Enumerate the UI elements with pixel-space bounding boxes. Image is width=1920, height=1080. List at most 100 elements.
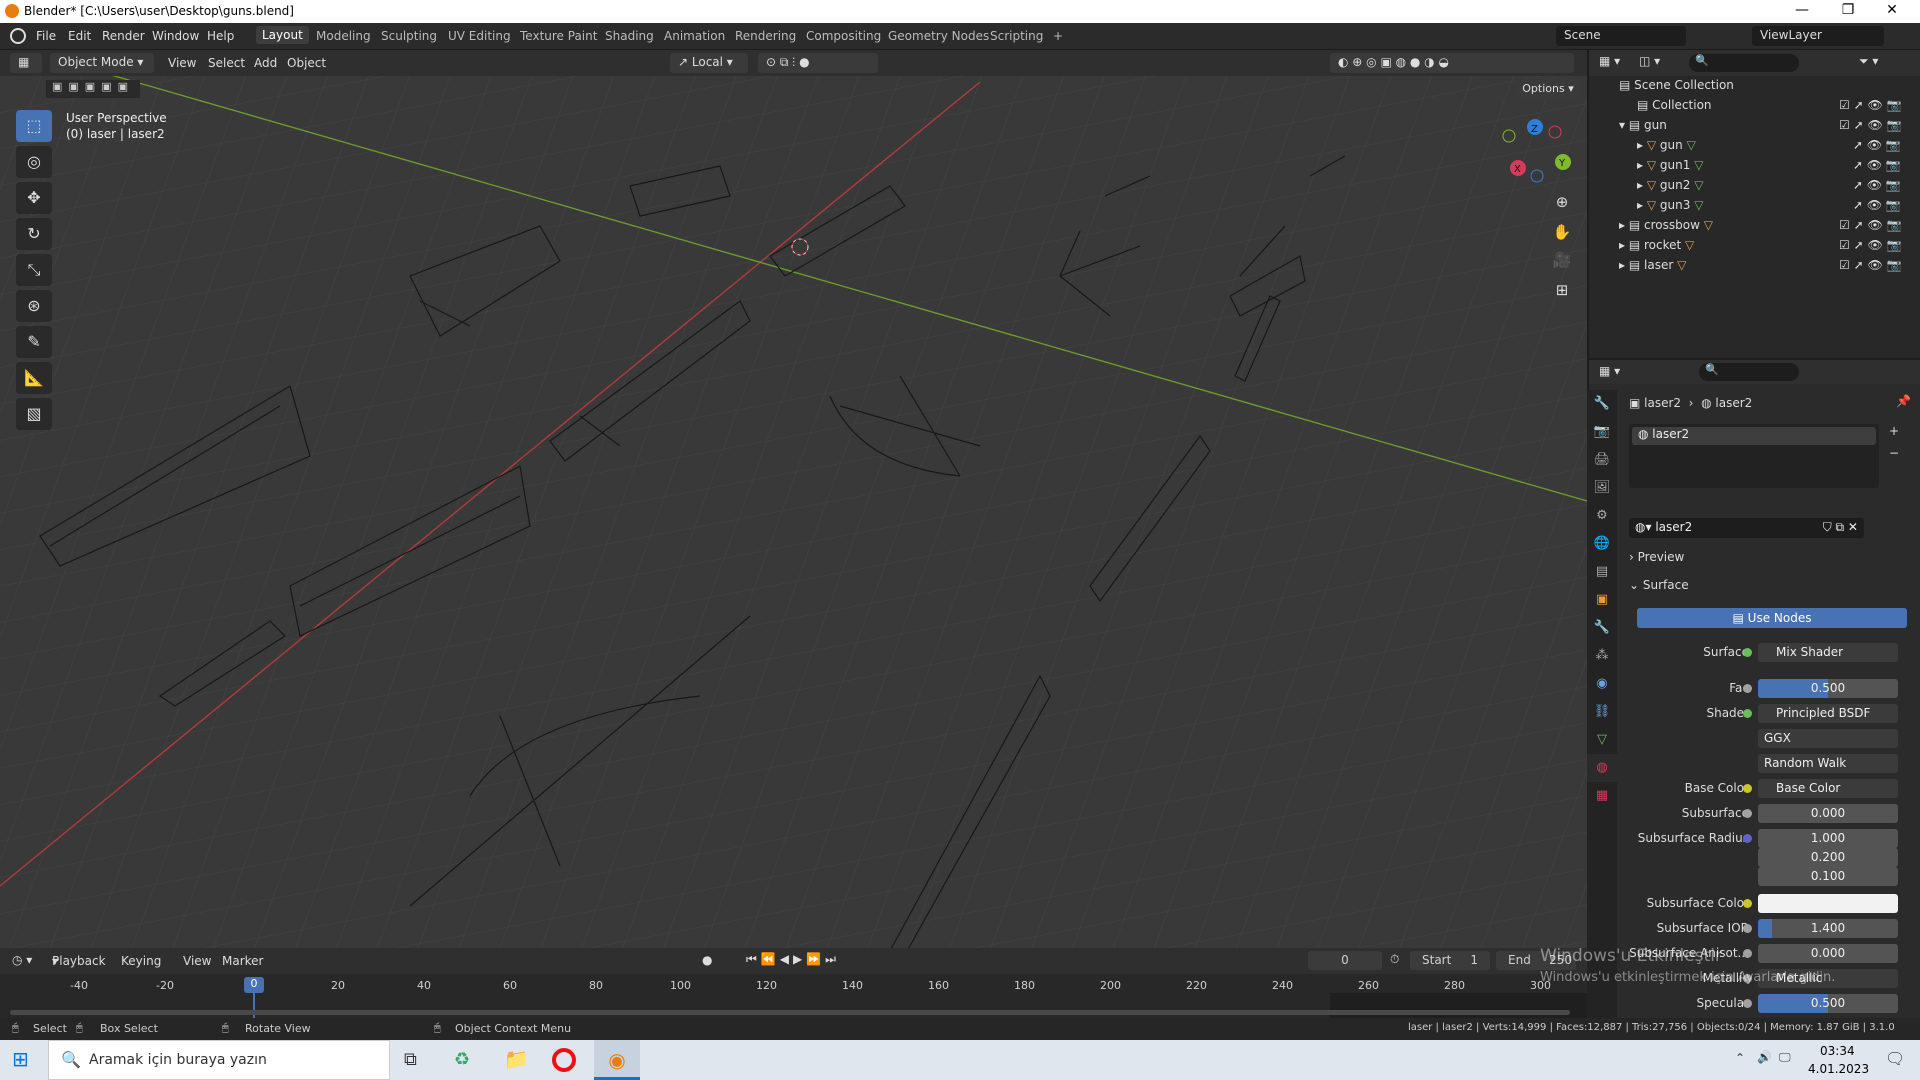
start-frame-field[interactable]: Start 1 <box>1410 951 1490 970</box>
annotate-tool-icon[interactable]: ✎ <box>16 326 52 358</box>
output-tab-icon[interactable]: 🖨 <box>1587 446 1617 474</box>
object-tab-icon[interactable]: ▣ <box>1587 586 1617 614</box>
pivot-snap-icons[interactable]: ⊙ ⧉ ⫶ ● <box>758 53 878 73</box>
specular-slider[interactable]: 0.500 <box>1758 994 1898 1013</box>
outliner-row-collection[interactable]: ▤ Collection ☑ ➚ 👁 📷 <box>1589 98 1920 118</box>
viewport-menu-object[interactable]: Object <box>287 56 326 70</box>
outliner-display-mode-icon[interactable]: ◫ ▾ <box>1639 54 1660 68</box>
subsurface-anisotropy-field[interactable]: 0.000 <box>1758 944 1898 963</box>
remove-slot-button[interactable]: − <box>1889 446 1899 460</box>
subsurface-ior-field[interactable]: 1.400 <box>1758 919 1898 938</box>
preview-panel-header[interactable]: › Preview <box>1629 550 1914 570</box>
modifier-tab-icon[interactable]: 🔧 <box>1587 614 1617 642</box>
timeline-menu-view[interactable]: View <box>183 954 211 968</box>
viewport-menu-select[interactable]: Select <box>208 56 245 70</box>
tab-animation[interactable]: Animation <box>664 29 725 43</box>
tool-tab-icon[interactable]: 🔧 <box>1587 390 1617 418</box>
view-layer-selector[interactable]: ViewLayer <box>1752 26 1884 46</box>
current-frame-field[interactable]: 0 <box>1308 951 1382 970</box>
surface-panel-header[interactable]: ⌄ Surface <box>1629 578 1914 598</box>
timeline-ruler[interactable]: -40 -20 0 20 40 60 80 100 120 140 160 18… <box>0 974 1587 1018</box>
tab-uv-editing[interactable]: UV Editing <box>448 29 511 43</box>
add-cube-tool-icon[interactable]: ▧ <box>16 398 52 430</box>
outliner-row-gun-collection[interactable]: ▾ ▤ gun ☑ ➚ 👁 📷 <box>1589 118 1920 138</box>
tab-compositing[interactable]: Compositing <box>806 29 881 43</box>
outliner-scene-collection[interactable]: ▤ Scene Collection <box>1589 78 1920 98</box>
playhead-frame[interactable]: 0 <box>244 977 264 993</box>
windows-start-icon[interactable]: ⊞ <box>12 1048 34 1070</box>
close-button[interactable]: ✕ <box>1870 2 1914 18</box>
outliner-search-input[interactable]: 🔍 <box>1689 54 1799 72</box>
move-tool-icon[interactable]: ✥ <box>16 182 52 214</box>
timeline-menu-marker[interactable]: Marker <box>222 954 263 968</box>
network-icon[interactable]: 🖵 <box>1779 1050 1791 1065</box>
mode-dropdown[interactable]: Object Mode ▾ <box>50 53 154 73</box>
3d-viewport[interactable]: Z Y X User Perspective (0) laser | laser… <box>0 76 1587 948</box>
outliner-row-crossbow[interactable]: ▸ ▤ crossbow ▽ ☑ ➚ 👁 📷 <box>1589 218 1920 238</box>
tab-texture-paint[interactable]: Texture Paint <box>520 29 597 43</box>
menu-render[interactable]: Render <box>102 29 145 43</box>
transform-tool-icon[interactable]: ⊛ <box>16 290 52 322</box>
add-workspace-button[interactable]: + <box>1053 29 1063 43</box>
subsurface-radius-x[interactable]: 1.000 <box>1758 829 1898 848</box>
use-nodes-button[interactable]: ▤ Use Nodes <box>1637 608 1907 628</box>
subsurface-radius-y[interactable]: 0.200 <box>1758 848 1898 867</box>
subsurface-field[interactable]: 0.000 <box>1758 804 1898 823</box>
outliner-row-rocket[interactable]: ▸ ▤ rocket ▽ ☑ ➚ 👁 📷 <box>1589 238 1920 258</box>
properties-search-input[interactable]: 🔍 <box>1699 363 1799 381</box>
tab-geometry-nodes[interactable]: Geometry Nodes <box>888 29 989 43</box>
tab-modeling[interactable]: Modeling <box>316 29 371 43</box>
viewport-menu-add[interactable]: Add <box>254 56 277 70</box>
viewport-menu-view[interactable]: View <box>168 56 196 70</box>
subsurface-radius-z[interactable]: 0.100 <box>1758 867 1898 886</box>
options-button[interactable]: Options ▾ <box>1515 79 1581 98</box>
file-explorer-icon[interactable]: 📁 <box>504 1047 529 1071</box>
zoom-icon[interactable]: ⊕ <box>1550 193 1574 217</box>
select-box-tool-icon[interactable]: ⬚ <box>16 110 52 142</box>
menu-file[interactable]: File <box>36 29 56 43</box>
blender-taskbar-icon[interactable]: ◉ <box>594 1040 640 1080</box>
collection-tab-icon[interactable]: ▤ <box>1587 558 1617 586</box>
measure-tool-icon[interactable]: 📐 <box>16 362 52 394</box>
world-tab-icon[interactable]: 🌐 <box>1587 530 1617 558</box>
timeline-editor-type-icon[interactable]: ◷ ▾ <box>12 953 32 967</box>
notification-icon[interactable]: 🗨 <box>1885 1049 1905 1068</box>
material-slot-list[interactable]: ◍ laser2 <box>1629 424 1879 488</box>
app-icon[interactable]: ♻ <box>454 1049 470 1070</box>
fac-slider[interactable]: 0.500 <box>1758 679 1898 698</box>
texture-tab-icon[interactable]: ▦ <box>1587 782 1617 810</box>
surface-shader-field[interactable]: Mix Shader <box>1758 643 1898 662</box>
editor-type-button[interactable]: ▦ <box>10 53 42 73</box>
transform-orientation-dropdown[interactable]: ↗ Local ▾ <box>670 53 748 73</box>
pin-icon[interactable]: 📌 <box>1896 394 1911 408</box>
outliner-row-gun2[interactable]: ▸ ▽ gun2 ▽ ➚ 👁 📷 <box>1589 178 1920 198</box>
subsurface-method-dropdown[interactable]: Random Walk <box>1758 754 1898 773</box>
tab-rendering[interactable]: Rendering <box>735 29 796 43</box>
tab-shading[interactable]: Shading <box>605 29 654 43</box>
material-datablock[interactable]: ◍▾ laser2 ⛉ ⧉ ✕ <box>1629 518 1864 538</box>
volume-icon[interactable]: 🔊 <box>1757 1050 1772 1064</box>
camera-view-icon[interactable]: 🎥 <box>1550 251 1574 275</box>
shader-field[interactable]: Principled BSDF <box>1758 704 1898 723</box>
constraints-tab-icon[interactable]: ⛓ <box>1587 698 1617 726</box>
tab-sculpting[interactable]: Sculpting <box>381 29 437 43</box>
clock-date[interactable]: 4.01.2023 <box>1808 1062 1869 1076</box>
pan-hand-icon[interactable]: ✋ <box>1550 223 1574 247</box>
scale-tool-icon[interactable]: ⤡ <box>16 254 52 286</box>
menu-help[interactable]: Help <box>207 29 234 43</box>
material-tab-icon[interactable]: ◍ <box>1587 754 1617 782</box>
blender-menu-icon[interactable] <box>10 28 26 44</box>
menu-window[interactable]: Window <box>152 29 199 43</box>
outliner-editor-type-icon[interactable]: ▦ ▾ <box>1599 54 1620 68</box>
minimize-button[interactable]: — <box>1780 2 1824 18</box>
add-slot-button[interactable]: + <box>1889 424 1899 438</box>
scene-tab-icon[interactable]: ⚙ <box>1587 502 1617 530</box>
task-view-icon[interactable]: ⧉ <box>404 1049 417 1070</box>
timeline-scrollbar[interactable] <box>10 1010 1570 1015</box>
distribution-dropdown[interactable]: GGX <box>1758 729 1898 748</box>
menu-edit[interactable]: Edit <box>68 29 91 43</box>
outliner-row-gun1[interactable]: ▸ ▽ gun1 ▽ ➚ 👁 📷 <box>1589 158 1920 178</box>
subsurface-color-swatch[interactable] <box>1758 894 1898 913</box>
outliner-row-gun[interactable]: ▸ ▽ gun ▽ ➚ 👁 📷 <box>1589 138 1920 158</box>
selection-mode-icons[interactable]: ▣▣▣▣▣ <box>46 80 140 98</box>
